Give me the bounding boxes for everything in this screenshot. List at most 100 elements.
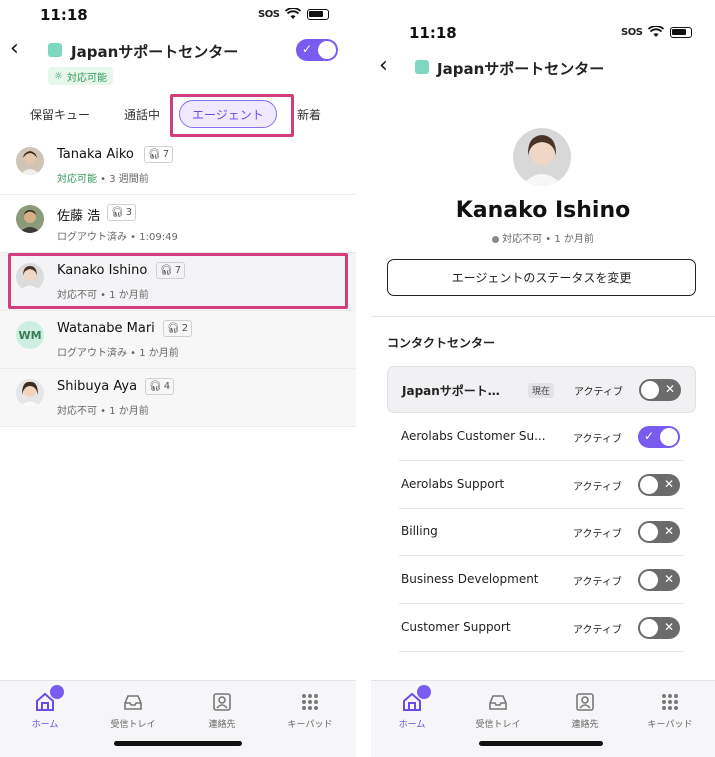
sun-icon: ☼ [54, 70, 63, 82]
contact-center-row: Aerolabs Support アクティブ ✕ [387, 462, 696, 509]
agent-status-text: 対応可能 [57, 174, 97, 185]
agent-status: ログアウト済み • 1:09:49 [57, 232, 178, 243]
agent-name: Tanaka Aiko [57, 147, 134, 162]
change-status-button[interactable]: エージェントのステータスを変更 [387, 259, 696, 296]
inbox-icon [124, 695, 142, 710]
contacts-icon [213, 693, 231, 711]
queue-color-icon [48, 43, 62, 57]
contact-center-toggle[interactable]: ✕ [638, 474, 680, 496]
x-icon: ✕ [663, 620, 674, 634]
x-icon: ✕ [663, 477, 674, 491]
status-time: 11:18 [40, 6, 88, 24]
x-icon: ✕ [664, 382, 675, 396]
contact-center-row: Customer Support アクティブ ✕ [387, 605, 696, 652]
agent-name: Watanabe Mari [57, 321, 155, 336]
back-icon[interactable]: ‹ [10, 36, 19, 61]
nav-keypad-label: キーパッド [287, 720, 333, 730]
keypad-icon [302, 694, 318, 710]
contact-center-row-current: Japanサポート… 現在 アクティブ ✕ [387, 366, 696, 413]
contact-center-state: アクティブ [573, 434, 622, 445]
status-dot-icon [492, 235, 500, 243]
home-indicator [114, 741, 242, 746]
notification-dot [50, 685, 64, 699]
tab-new[interactable]: 新着 [297, 106, 321, 123]
left-screen: 11:18 SOS ‹ Japanサポートセンター ✓ ☼ 対応可能 保留キュー… [0, 0, 356, 757]
nav-inbox-label: 受信トレイ [475, 720, 521, 730]
wifi-icon [648, 26, 665, 37]
back-icon[interactable]: ‹ [379, 53, 388, 78]
availability-badge-label: 対応可能 [66, 72, 107, 84]
nav-keypad[interactable]: キーパッド [635, 691, 705, 730]
avatar [16, 205, 44, 233]
availability-badge: ☼ 対応可能 [48, 67, 113, 85]
agent-row[interactable]: 佐藤 浩 🎧︎ 3 ログアウト済み • 1:09:49 [0, 195, 356, 253]
agent-status: ログアウト済み • 1 か月前 [57, 348, 179, 359]
current-badge: 現在 [528, 383, 555, 398]
nav-contacts[interactable]: 連絡先 [550, 691, 620, 730]
headset-count: 🎧︎ 7 [156, 262, 186, 279]
contact-center-row: Business Development アクティブ ✕ [387, 557, 696, 604]
agent-status-text: 対応不可 [57, 406, 97, 417]
contact-center-state: アクティブ [573, 625, 622, 636]
tab-hold-queue[interactable]: 保留キュー [30, 106, 90, 123]
agent-status: 対応不可 • 1 か月前 [57, 290, 149, 301]
page-title: Japanサポートセンター [71, 43, 239, 61]
headset-count: 🎧︎ 2 [163, 320, 193, 337]
nav-keypad[interactable]: キーパッド [275, 691, 345, 730]
home-indicator [479, 741, 603, 746]
agent-row[interactable]: Tanaka Aiko 🎧︎ 7 対応可能 • 3 週間前 [0, 137, 356, 195]
nav-home[interactable]: ホーム [377, 685, 447, 730]
headset-count: 🎧︎ 4 [145, 378, 175, 395]
contact-center-name: Aerolabs Support [401, 477, 505, 491]
contact-center-toggle[interactable]: ✕ [638, 569, 680, 591]
agent-name: Kanako Ishino [57, 263, 148, 278]
agent-row[interactable]: WM Watanabe Mari 🎧︎ 2 ログアウト済み • 1 か月前 [0, 311, 356, 369]
nav-inbox[interactable]: 受信トレイ [463, 691, 533, 730]
nav-home-label: ホーム [31, 720, 59, 730]
profile-avatar [513, 128, 571, 186]
x-icon: ✕ [663, 524, 674, 538]
headset-count-value: 4 [163, 381, 171, 392]
check-icon: ✓ [644, 429, 655, 443]
battery-icon [307, 8, 330, 20]
page-title: Japanサポートセンター [437, 60, 605, 78]
contacts-icon [576, 693, 594, 711]
availability-toggle[interactable]: ✓ [296, 39, 338, 61]
nav-keypad-label: キーパッド [647, 720, 693, 730]
tab-in-call[interactable]: 通話中 [124, 106, 160, 123]
headset-icon: 🎧︎ [148, 149, 161, 160]
agent-row-selected[interactable]: Kanako Ishino 🎧︎ 7 対応不可 • 1 か月前 [0, 253, 356, 311]
notification-dot [417, 685, 431, 699]
headset-icon: 🎧︎ [149, 381, 162, 392]
headset-count-value: 7 [174, 265, 182, 276]
tab-bar: 保留キュー 通話中 エージェント 新着 [0, 96, 356, 136]
tab-agents[interactable]: エージェント [179, 100, 277, 128]
headset-icon: 🎧︎ [167, 323, 180, 334]
avatar [16, 147, 44, 175]
agent-status: 対応不可 • 1 か月前 [57, 406, 149, 417]
sos-indicator: SOS [621, 26, 643, 38]
inbox-icon [489, 695, 507, 710]
agent-status-text: ログアウト済み [57, 232, 127, 243]
contact-center-toggle[interactable]: ✕ [639, 379, 681, 401]
wifi-icon [285, 8, 302, 19]
agent-status-time: 1 か月前 [109, 290, 149, 301]
contact-center-name: Customer Support [401, 620, 511, 634]
nav-home[interactable]: ホーム [10, 685, 80, 730]
avatar [16, 263, 44, 291]
contact-center-name: Aerolabs Customer Su... [401, 429, 546, 443]
headset-count: 🎧︎ 7 [144, 146, 174, 163]
contact-center-toggle[interactable]: ✕ [638, 617, 680, 639]
agent-row[interactable]: Shibuya Aya 🎧︎ 4 対応不可 • 1 か月前 [0, 369, 356, 427]
contact-center-toggle[interactable]: ✕ [638, 521, 680, 543]
profile-name: Kanako Ishino [455, 198, 631, 223]
check-icon: ✓ [302, 42, 313, 56]
contact-center-toggle[interactable]: ✓ [638, 426, 680, 448]
headset-count-value: 7 [162, 149, 170, 160]
avatar-initials: WM [16, 321, 44, 349]
system-icons: SOS [258, 8, 330, 20]
nav-inbox[interactable]: 受信トレイ [98, 691, 168, 730]
nav-contacts[interactable]: 連絡先 [187, 691, 257, 730]
sos-indicator: SOS [258, 8, 280, 20]
agent-status-time: 1 か月前 [109, 406, 149, 417]
